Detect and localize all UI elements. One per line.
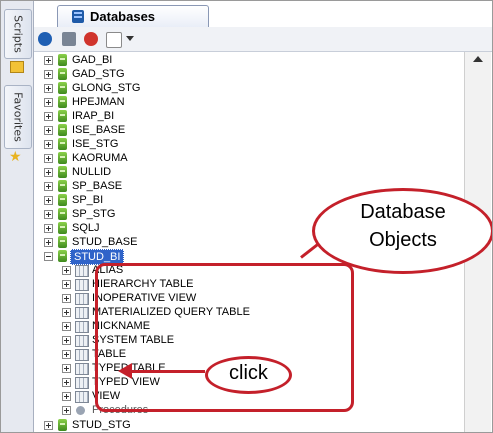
scroll-up-icon[interactable]: [473, 56, 483, 62]
collapse-icon[interactable]: [44, 252, 53, 261]
table-folder-icon: [75, 349, 89, 361]
filter-icon[interactable]: [106, 32, 122, 48]
database-icon: [58, 110, 67, 122]
database-icon: [58, 96, 67, 108]
database-icon: [58, 194, 67, 206]
table-folder-icon: [75, 377, 89, 389]
database-icon: [58, 166, 67, 178]
database-icon: [58, 208, 67, 220]
click-arrow-line: [131, 370, 205, 373]
database-icon: [58, 222, 67, 234]
star-icon: ★: [9, 149, 22, 165]
database-icon: [58, 82, 67, 94]
database-icon: [58, 180, 67, 192]
click-arrow-head-icon: [118, 363, 132, 379]
table-folder-icon: [75, 321, 89, 333]
connect-icon[interactable]: [38, 32, 52, 46]
table-folder-icon: [75, 363, 89, 375]
tab-databases[interactable]: Databases: [57, 5, 209, 28]
database-icon: [58, 152, 67, 164]
callout-line-1: Database: [360, 201, 446, 223]
click-label: click: [229, 362, 268, 384]
folder-icon: [10, 61, 24, 73]
favorites-tab-label: Favorites: [11, 92, 25, 142]
favorites-side-tab[interactable]: Favorites: [4, 85, 32, 149]
table-folder-icon: [75, 335, 89, 347]
callout-line-2: Objects: [369, 229, 437, 251]
database-icon: [58, 138, 67, 150]
table-folder-icon: [75, 279, 89, 291]
database-objects-callout: Database Objects: [312, 188, 492, 274]
side-tab-strip: Scripts Favorites ★: [1, 1, 34, 432]
stop-icon[interactable]: [84, 32, 98, 46]
scripts-tab-label: Scripts: [11, 15, 25, 53]
tab-label: Databases: [90, 9, 156, 24]
database-icon: [58, 250, 67, 262]
table-folder-icon: [75, 391, 89, 403]
table-folder-icon: [75, 307, 89, 319]
database-icon: [72, 10, 84, 23]
database-icon: [58, 54, 67, 66]
gear-icon: [76, 406, 85, 415]
scripts-side-tab[interactable]: Scripts: [4, 9, 32, 59]
database-icon: [58, 236, 67, 248]
databases-panel: Scripts Favorites ★ Databases GAD_BI GAD…: [0, 0, 493, 433]
database-icon: [58, 419, 67, 431]
dropdown-icon[interactable]: [126, 36, 134, 41]
table-folder-icon: [75, 265, 89, 277]
database-icon: [58, 68, 67, 80]
database-icon: [58, 124, 67, 136]
disconnect-icon[interactable]: [62, 32, 76, 46]
toolbar: [34, 27, 492, 52]
table-folder-icon: [75, 293, 89, 305]
click-callout: click: [205, 356, 292, 394]
